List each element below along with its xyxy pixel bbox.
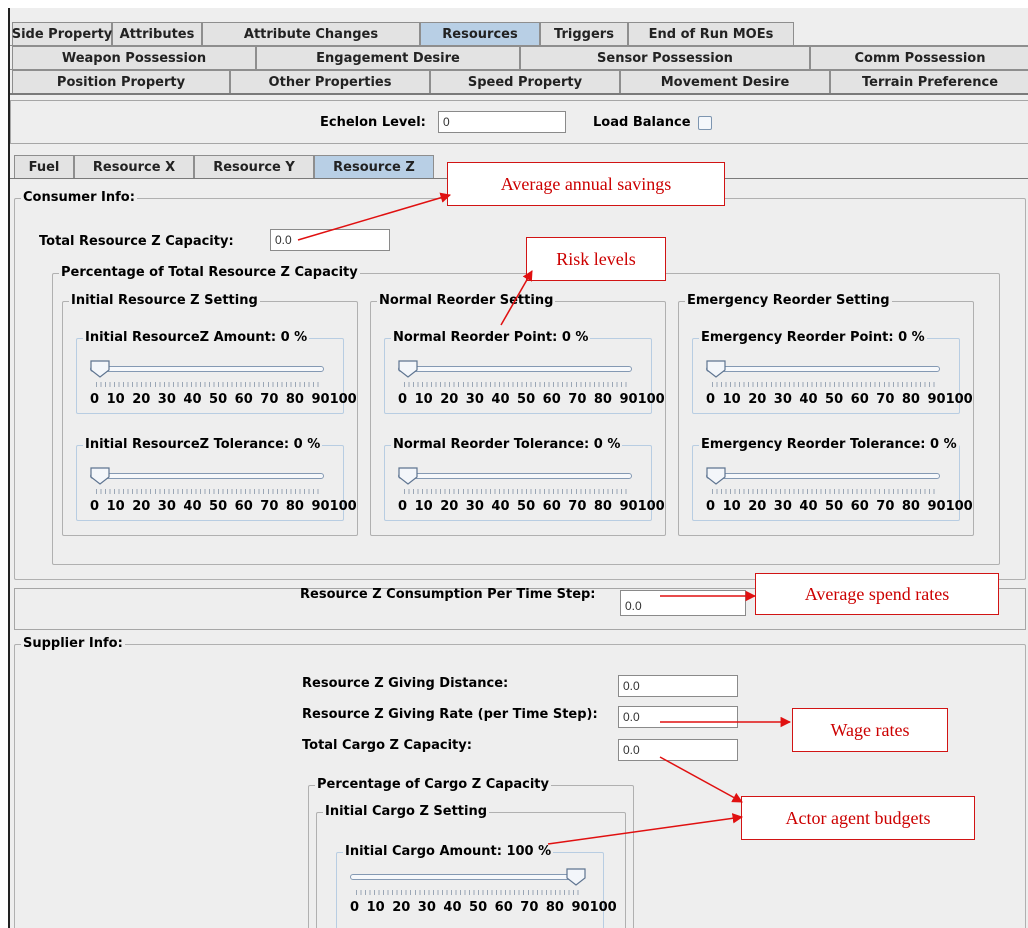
initial-cargo-amount-label: Initial Cargo Amount: 100 % bbox=[343, 844, 554, 860]
percentage-capacity-title: Percentage of Total Resource Z Capacity bbox=[59, 265, 360, 281]
initial-tolerance-label: Initial ResourceZ Tolerance: 0 % bbox=[83, 437, 323, 453]
slider-ticks bbox=[404, 489, 630, 494]
normal-tolerance-slider[interactable]: 0 10 20 30 40 50 60 70 80 90100 bbox=[398, 467, 665, 523]
slider-scale-labels: 0 10 20 30 40 50 60 70 80 90100 bbox=[706, 392, 973, 407]
consumption-label: Resource Z Consumption Per Time Step: bbox=[300, 587, 596, 602]
normal-point-slider[interactable]: 0 10 20 30 40 50 60 70 80 90100 bbox=[398, 360, 665, 416]
slider-track bbox=[90, 473, 324, 479]
emergency-tolerance-label: Emergency Reorder Tolerance: 0 % bbox=[699, 437, 959, 453]
slider-ticks bbox=[404, 382, 630, 387]
callout-budgets: Actor agent budgets bbox=[741, 796, 975, 840]
slider-scale-labels: 0 10 20 30 40 50 60 70 80 90100 bbox=[706, 499, 973, 514]
slider-track bbox=[350, 874, 584, 880]
tab-speed-property[interactable]: Speed Property bbox=[430, 70, 620, 93]
tab-resources[interactable]: Resources bbox=[420, 22, 540, 45]
giving-distance-label: Resource Z Giving Distance: bbox=[302, 676, 509, 691]
slider-thumb-icon[interactable] bbox=[706, 467, 726, 485]
normal-reorder-title: Normal Reorder Setting bbox=[377, 293, 556, 309]
tab-content-top-border bbox=[10, 93, 1028, 95]
tab-other-properties[interactable]: Other Properties bbox=[230, 70, 430, 93]
slider-track bbox=[706, 473, 940, 479]
emergency-reorder-title: Emergency Reorder Setting bbox=[685, 293, 892, 309]
initial-tolerance-slider[interactable]: 0 10 20 30 40 50 60 70 80 90100 bbox=[90, 467, 357, 523]
slider-scale-labels: 0 10 20 30 40 50 60 70 80 90100 bbox=[90, 392, 357, 407]
tab-side-property[interactable]: Side Property bbox=[12, 22, 112, 45]
initial-cargo-setting-title: Initial Cargo Z Setting bbox=[323, 804, 490, 820]
slider-ticks bbox=[356, 890, 582, 895]
consumer-info-title: Consumer Info: bbox=[21, 190, 137, 206]
total-capacity-input[interactable]: 0.0 bbox=[270, 229, 390, 251]
slider-track bbox=[706, 366, 940, 372]
tab-resource-x[interactable]: Resource X bbox=[74, 155, 194, 178]
giving-distance-input[interactable]: 0.0 bbox=[618, 675, 738, 697]
giving-rate-label: Resource Z Giving Rate (per Time Step): bbox=[302, 707, 598, 722]
slider-thumb-icon[interactable] bbox=[566, 868, 586, 886]
tab-position-property[interactable]: Position Property bbox=[12, 70, 230, 93]
tab-row-1: Side Property Attributes Attribute Chang… bbox=[10, 22, 1028, 45]
slider-ticks bbox=[96, 382, 322, 387]
normal-tolerance-label: Normal Reorder Tolerance: 0 % bbox=[391, 437, 623, 453]
load-balance-label: Load Balance bbox=[593, 115, 691, 130]
giving-rate-input[interactable]: 0.0 bbox=[618, 706, 738, 728]
slider-track bbox=[398, 366, 632, 372]
initial-cargo-slider[interactable]: 0 10 20 30 40 50 60 70 80 90100 bbox=[350, 868, 617, 924]
slider-scale-labels: 0 10 20 30 40 50 60 70 80 90100 bbox=[398, 499, 665, 514]
slider-thumb-icon[interactable] bbox=[90, 360, 110, 378]
slider-ticks bbox=[712, 382, 938, 387]
tab-resource-z[interactable]: Resource Z bbox=[314, 155, 434, 178]
initial-amount-slider[interactable]: 0 10 20 30 40 50 60 70 80 90100 bbox=[90, 360, 357, 416]
consumption-input[interactable]: 0.0 bbox=[620, 590, 746, 616]
initial-amount-label: Initial ResourceZ Amount: 0 % bbox=[83, 330, 310, 346]
tab-fuel[interactable]: Fuel bbox=[14, 155, 74, 178]
slider-thumb-icon[interactable] bbox=[398, 467, 418, 485]
normal-point-label: Normal Reorder Point: 0 % bbox=[391, 330, 591, 346]
slider-ticks bbox=[712, 489, 938, 494]
load-balance-checkbox[interactable] bbox=[698, 116, 712, 130]
total-capacity-label: Total Resource Z Capacity: bbox=[39, 234, 234, 249]
emergency-point-label: Emergency Reorder Point: 0 % bbox=[699, 330, 927, 346]
tab-sensor-possession[interactable]: Sensor Possession bbox=[520, 46, 810, 69]
tab-comm-possession[interactable]: Comm Possession bbox=[810, 46, 1028, 69]
emergency-point-slider[interactable]: 0 10 20 30 40 50 60 70 80 90100 bbox=[706, 360, 973, 416]
emergency-tolerance-slider[interactable]: 0 10 20 30 40 50 60 70 80 90100 bbox=[706, 467, 973, 523]
echelon-level-input[interactable]: 0 bbox=[438, 111, 566, 133]
tab-end-of-run-moes[interactable]: End of Run MOEs bbox=[628, 22, 794, 45]
slider-scale-labels: 0 10 20 30 40 50 60 70 80 90100 bbox=[90, 499, 357, 514]
slider-ticks bbox=[96, 489, 322, 494]
slider-scale-labels: 0 10 20 30 40 50 60 70 80 90100 bbox=[350, 900, 617, 915]
initial-setting-title: Initial Resource Z Setting bbox=[69, 293, 260, 309]
slider-thumb-icon[interactable] bbox=[706, 360, 726, 378]
tab-resource-y[interactable]: Resource Y bbox=[194, 155, 314, 178]
tab-engagement-desire[interactable]: Engagement Desire bbox=[256, 46, 520, 69]
cargo-percentage-title: Percentage of Cargo Z Capacity bbox=[315, 777, 551, 793]
resources-properties-panel: Side Property Attributes Attribute Chang… bbox=[8, 8, 1028, 928]
tab-row-2: Weapon Possession Engagement Desire Sens… bbox=[10, 46, 1028, 69]
callout-risk-levels: Risk levels bbox=[526, 237, 666, 281]
tab-terrain-preference[interactable]: Terrain Preference bbox=[830, 70, 1028, 93]
tab-attributes[interactable]: Attributes bbox=[112, 22, 202, 45]
tab-row-3: Position Property Other Properties Speed… bbox=[10, 70, 1028, 93]
callout-wage-rates: Wage rates bbox=[792, 708, 948, 752]
callout-spend-rates: Average spend rates bbox=[755, 573, 999, 615]
slider-track bbox=[90, 366, 324, 372]
slider-thumb-icon[interactable] bbox=[398, 360, 418, 378]
tab-triggers[interactable]: Triggers bbox=[540, 22, 628, 45]
cargo-capacity-label: Total Cargo Z Capacity: bbox=[302, 738, 472, 753]
tab-movement-desire[interactable]: Movement Desire bbox=[620, 70, 830, 93]
slider-thumb-icon[interactable] bbox=[90, 467, 110, 485]
tab-attribute-changes[interactable]: Attribute Changes bbox=[202, 22, 420, 45]
slider-scale-labels: 0 10 20 30 40 50 60 70 80 90100 bbox=[398, 392, 665, 407]
supplier-info-title: Supplier Info: bbox=[21, 636, 125, 652]
tab-weapon-possession[interactable]: Weapon Possession bbox=[12, 46, 256, 69]
cargo-capacity-input[interactable]: 0.0 bbox=[618, 739, 738, 761]
callout-annual-savings: Average annual savings bbox=[447, 162, 725, 206]
slider-track bbox=[398, 473, 632, 479]
echelon-level-label: Echelon Level: bbox=[320, 115, 426, 130]
